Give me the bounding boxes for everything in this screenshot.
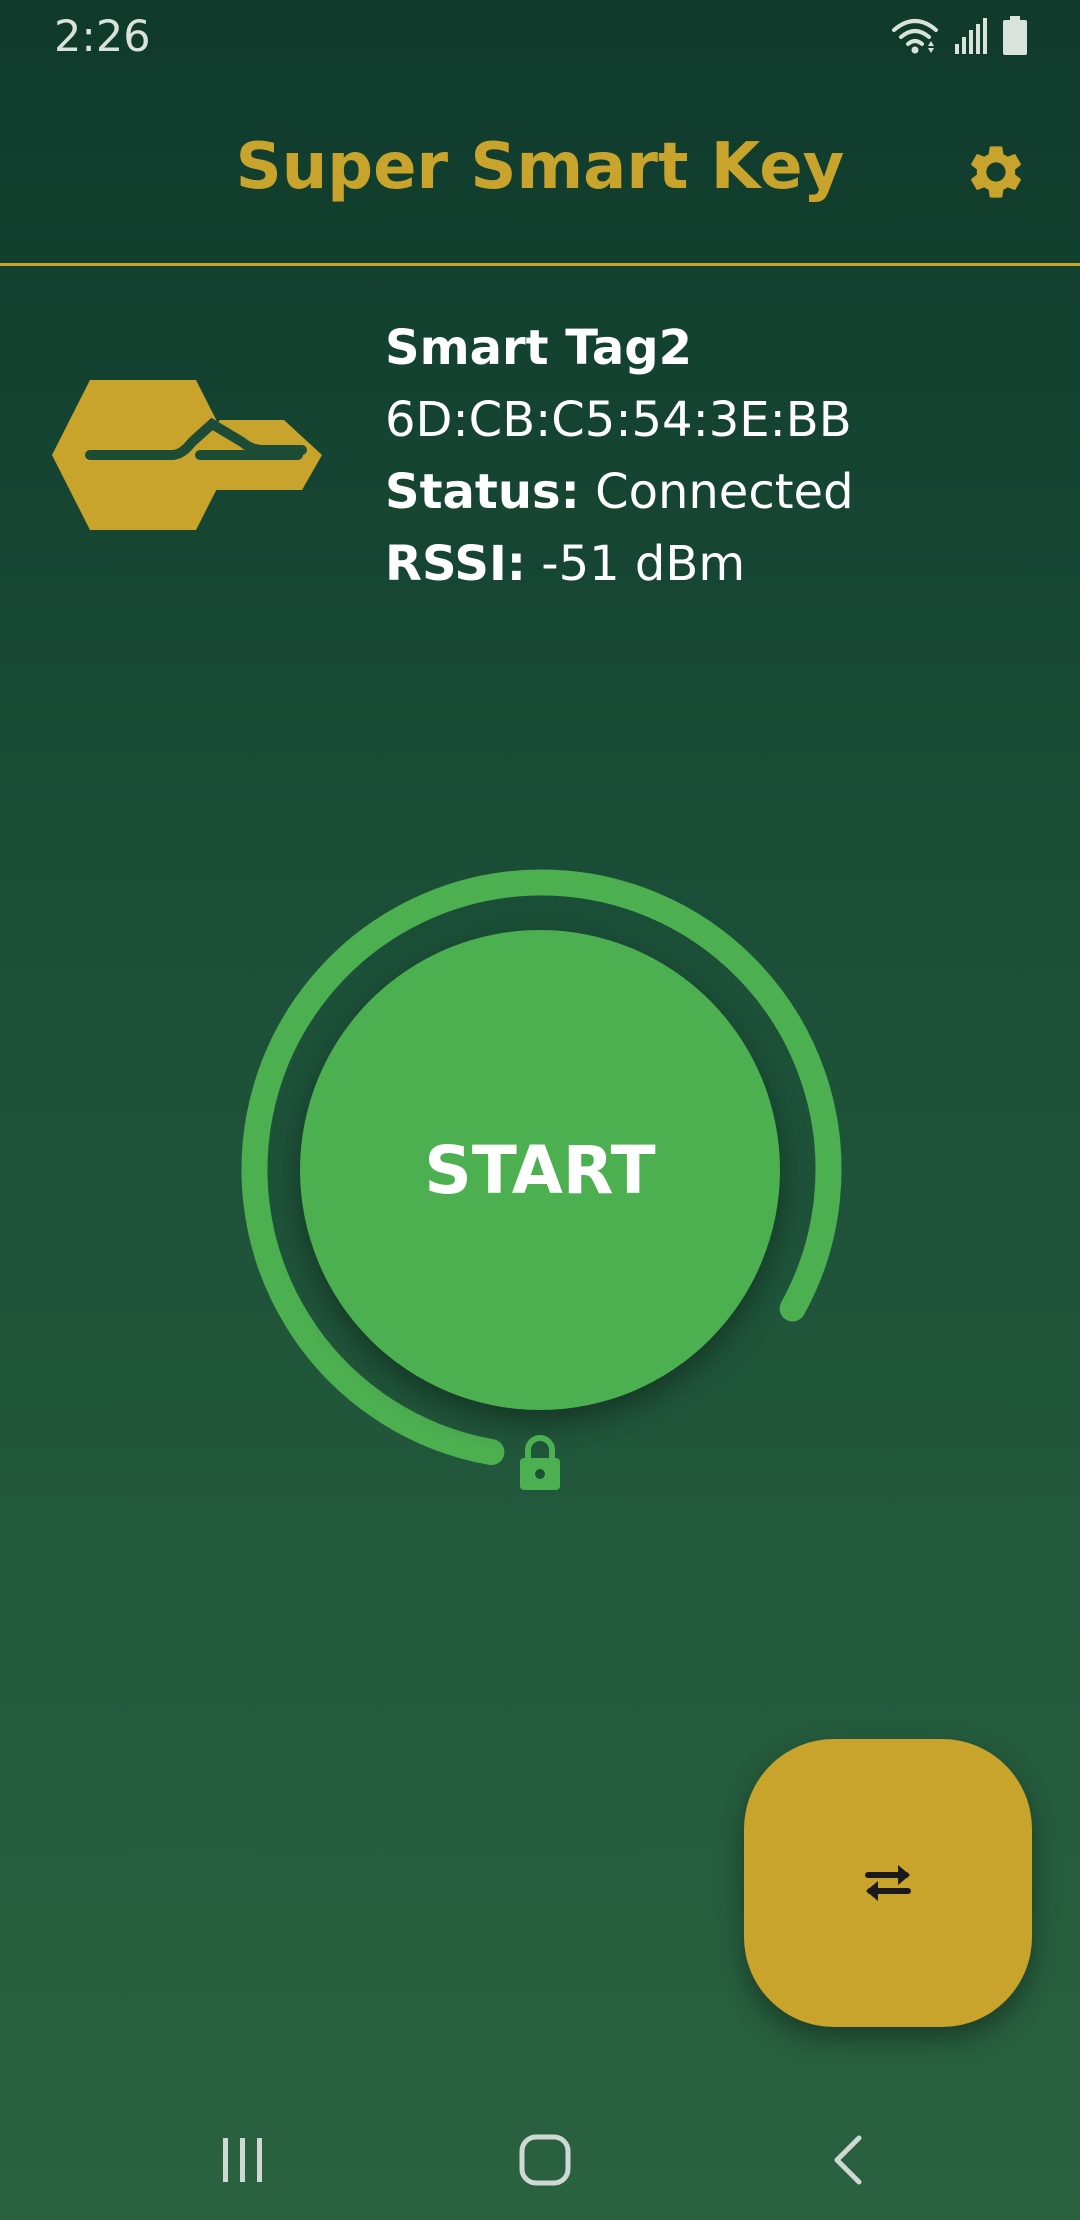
home-icon xyxy=(519,2134,571,2186)
status-label: Status: xyxy=(385,464,580,520)
battery-icon xyxy=(1002,16,1028,61)
swap-fab-button[interactable] xyxy=(744,1739,1032,2027)
start-label: START xyxy=(424,1131,656,1209)
signal-icon xyxy=(954,18,988,59)
status-bar: 2:26 xyxy=(0,0,1080,76)
smart-key-logo-icon xyxy=(52,378,332,532)
lock-icon xyxy=(516,1434,564,1492)
settings-button[interactable] xyxy=(960,136,1032,208)
recent-apps-button[interactable] xyxy=(198,2120,288,2200)
device-name: Smart Tag2 xyxy=(385,320,693,376)
rssi-value: -51 dBm xyxy=(541,536,746,592)
rssi-label: RSSI: xyxy=(385,536,526,592)
system-nav-bar xyxy=(0,2100,1080,2220)
device-mac: 6D:CB:C5:54:3E:BB xyxy=(385,392,852,448)
device-info: Smart Tag2 6D:CB:C5:54:3E:BB Status: Con… xyxy=(385,312,854,600)
home-button[interactable] xyxy=(500,2120,590,2200)
swap-arrows-icon xyxy=(865,1865,911,1901)
recent-apps-icon xyxy=(223,2138,262,2182)
gear-icon xyxy=(971,146,1021,198)
back-icon xyxy=(834,2135,862,2185)
app-title: Super Smart Key xyxy=(235,130,845,204)
status-icons xyxy=(890,16,1028,61)
wifi-icon xyxy=(890,16,940,61)
device-rssi: RSSI: -51 dBm xyxy=(385,528,854,600)
app-bar: Super Smart Key xyxy=(0,76,1080,264)
status-value: Connected xyxy=(595,464,854,520)
start-button[interactable]: START xyxy=(300,930,780,1410)
status-time: 2:26 xyxy=(54,12,151,62)
back-button[interactable] xyxy=(802,2120,892,2200)
header-divider xyxy=(0,263,1080,266)
device-status: Status: Connected xyxy=(385,456,854,528)
